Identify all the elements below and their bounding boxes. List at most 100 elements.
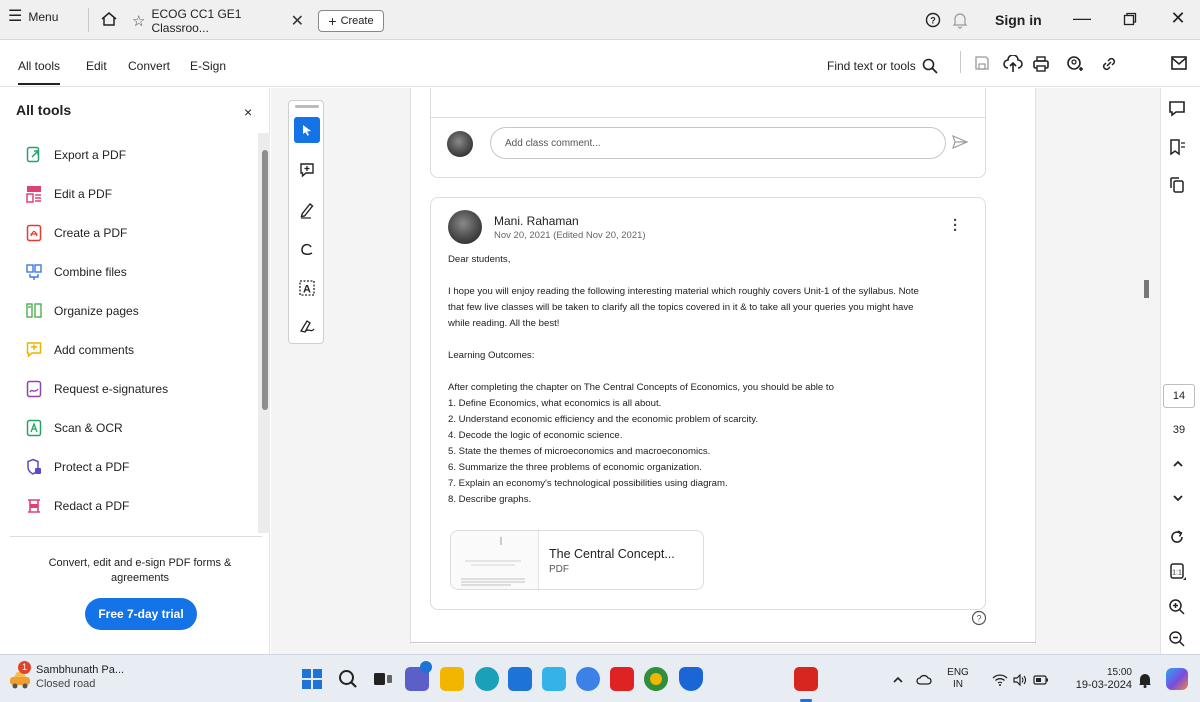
- copy-pages-icon[interactable]: [1168, 176, 1186, 194]
- restore-icon[interactable]: [1118, 9, 1142, 29]
- wifi-icon[interactable]: [992, 674, 1008, 686]
- comment-plus-icon: [300, 163, 314, 178]
- tool-request-esignatures[interactable]: Request e-signatures: [26, 380, 168, 398]
- toolbar-grip[interactable]: [295, 105, 319, 108]
- tool-combine-files[interactable]: Combine files: [26, 263, 127, 281]
- tool-label: Organize pages: [54, 304, 139, 318]
- menu-edit[interactable]: Edit: [86, 59, 107, 73]
- show-hidden-icons-chevron-icon[interactable]: [892, 675, 904, 685]
- share-user-icon[interactable]: [1066, 55, 1084, 73]
- chevron-down-icon[interactable]: [1172, 492, 1184, 504]
- print-icon[interactable]: [1032, 55, 1050, 73]
- close-window-icon[interactable]: ✕: [1166, 8, 1190, 29]
- select-tool-button[interactable]: [294, 117, 320, 143]
- attachment-title: The Central Concept...: [549, 547, 675, 561]
- tool-redact-pdf[interactable]: Redact a PDF: [26, 497, 129, 515]
- link-icon[interactable]: [1100, 55, 1118, 73]
- find-tools-button[interactable]: Find text or tools: [827, 58, 938, 74]
- notifications-bell-icon[interactable]: [952, 11, 968, 29]
- help-icon[interactable]: ?: [971, 610, 987, 626]
- search-icon[interactable]: [338, 669, 358, 689]
- sign-in-link[interactable]: Sign in: [995, 12, 1042, 28]
- send-icon[interactable]: [952, 135, 968, 149]
- home-icon[interactable]: [100, 10, 118, 28]
- clock[interactable]: 15:00 19-03-2024: [1060, 667, 1132, 691]
- acrobat-reader-icon[interactable]: [794, 667, 818, 691]
- all-tools-panel: All tools × Export a PDF Edit a PDF Crea…: [0, 88, 270, 654]
- add-comment-tool-button[interactable]: [294, 157, 320, 183]
- notification-bell-icon[interactable]: [1138, 672, 1152, 688]
- panel-title: All tools: [16, 102, 72, 118]
- tool-export-pdf[interactable]: Export a PDF: [26, 146, 126, 164]
- draw-tool-button[interactable]: [294, 237, 320, 263]
- task-view-icon[interactable]: [373, 670, 393, 688]
- save-icon[interactable]: [974, 55, 990, 71]
- zoom-out-icon[interactable]: [1168, 630, 1186, 648]
- edge-browser-icon[interactable]: [475, 667, 499, 691]
- document-scrollbar-thumb[interactable]: [1144, 280, 1149, 298]
- tool-scan-ocr[interactable]: Scan & OCR: [26, 419, 123, 437]
- onedrive-cloud-icon[interactable]: [916, 674, 932, 686]
- paint-app-icon[interactable]: [576, 667, 600, 691]
- signature-pen-icon: [299, 320, 315, 333]
- clock-date: 19-03-2024: [1075, 679, 1132, 691]
- bookmarks-icon[interactable]: [1168, 138, 1186, 156]
- chevron-up-icon[interactable]: [1172, 458, 1184, 470]
- menu-button[interactable]: ☰ Menu: [8, 9, 58, 25]
- current-page-input[interactable]: 14: [1163, 384, 1195, 408]
- language-indicator[interactable]: ENG IN: [946, 667, 970, 691]
- close-panel-icon[interactable]: ×: [244, 104, 252, 120]
- battery-icon[interactable]: [1033, 675, 1049, 685]
- menu-esign[interactable]: E-Sign: [190, 59, 226, 73]
- news-widget[interactable]: 1 Sambhunath Pa... Closed road: [8, 661, 158, 697]
- security-shield-icon[interactable]: [679, 667, 703, 691]
- tool-protect-pdf[interactable]: Protect a PDF: [26, 458, 129, 476]
- free-trial-button[interactable]: Free 7-day trial: [85, 598, 197, 630]
- taskbar: 1 Sambhunath Pa... Closed road ENG IN 15…: [0, 654, 1200, 702]
- post-date: Nov 20, 2021 (Edited Nov 20, 2021): [494, 230, 646, 241]
- highlight-tool-button[interactable]: [294, 197, 320, 223]
- divider: [10, 536, 262, 537]
- zoom-in-icon[interactable]: [1168, 598, 1186, 616]
- more-options-icon[interactable]: · · ·: [953, 213, 958, 238]
- upload-cloud-icon[interactable]: [1003, 55, 1023, 73]
- menu-all-tools[interactable]: All tools: [18, 59, 61, 85]
- outcome-item: 6. Summarize the three problems of econo…: [448, 462, 702, 473]
- copilot-icon[interactable]: [1166, 668, 1188, 690]
- chrome-icon[interactable]: [644, 667, 668, 691]
- help-icon[interactable]: ?: [925, 12, 941, 28]
- start-windows-icon[interactable]: [302, 669, 322, 689]
- outcome-item: 2. Understand economic efficiency and th…: [448, 414, 758, 425]
- microsoft-store-icon[interactable]: [508, 667, 532, 691]
- outcome-item: 1. Define Economics, what economics is a…: [448, 398, 662, 409]
- refresh-icon[interactable]: [1168, 528, 1186, 546]
- tool-edit-pdf[interactable]: Edit a PDF: [26, 185, 112, 203]
- page-fit-icon[interactable]: 1:1: [1168, 562, 1188, 582]
- create-button[interactable]: + Create: [318, 10, 384, 32]
- tool-organize-pages[interactable]: Organize pages: [26, 302, 139, 320]
- close-tab-icon[interactable]: ✕: [291, 11, 304, 31]
- minimize-icon[interactable]: —: [1070, 8, 1094, 29]
- comments-panel-icon[interactable]: [1168, 100, 1186, 118]
- news-badge: 1: [18, 661, 31, 674]
- plus-icon: +: [328, 13, 337, 29]
- youtube-icon[interactable]: [610, 667, 634, 691]
- tool-create-pdf[interactable]: Create a PDF: [26, 224, 127, 242]
- document-tab[interactable]: ☆ ECOG CC1 GE1 Classroo... ✕: [126, 6, 310, 36]
- tool-add-comments[interactable]: Add comments: [26, 341, 134, 359]
- myhp-icon[interactable]: [542, 667, 566, 691]
- menu-convert[interactable]: Convert: [128, 59, 170, 73]
- tool-label: Combine files: [54, 265, 127, 279]
- class-comment-input[interactable]: Add class comment...: [490, 127, 946, 159]
- star-icon[interactable]: ☆: [132, 12, 145, 30]
- outcome-item: 4. Decode the logic of economic science.: [448, 430, 623, 441]
- text-tool-button[interactable]: A: [294, 275, 320, 301]
- pdf-attachment[interactable]: The Central Concept... PDF: [450, 530, 704, 590]
- email-icon[interactable]: [1170, 55, 1188, 71]
- sign-tool-button[interactable]: [294, 313, 320, 339]
- volume-icon[interactable]: [1013, 674, 1027, 686]
- commenter-avatar: [447, 131, 473, 157]
- file-explorer-icon[interactable]: [440, 667, 464, 691]
- panel-scrollbar-thumb[interactable]: [262, 150, 268, 410]
- search-icon: [922, 58, 938, 74]
